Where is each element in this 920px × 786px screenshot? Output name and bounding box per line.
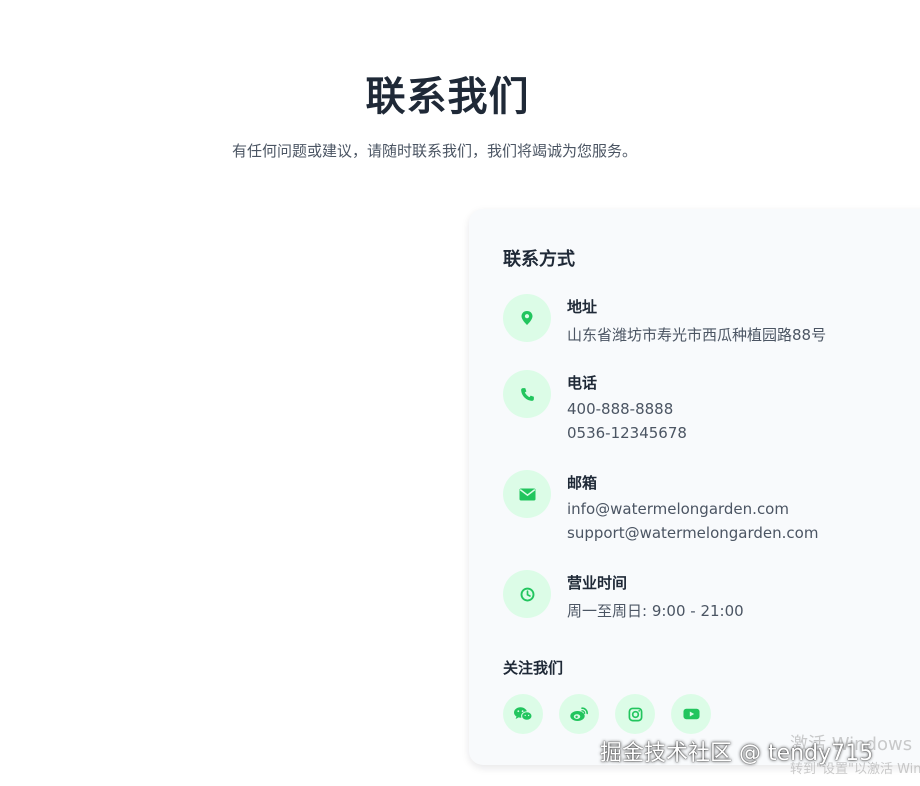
map-pin-icon — [503, 294, 551, 342]
page-title: 联系我们 — [365, 74, 530, 120]
envelope-icon — [503, 470, 551, 518]
phone-value-2: 0536-12345678 — [567, 424, 687, 442]
address-label: 地址 — [567, 298, 598, 316]
wechat-icon[interactable] — [503, 694, 543, 734]
site-watermark: 掘金技术社区 @ tendy715 — [600, 741, 874, 766]
phone-icon — [503, 370, 551, 418]
clock-icon — [503, 570, 551, 618]
address-value: 山东省潍坊市寿光市西瓜种植园路88号 — [567, 326, 827, 344]
follow-us-title: 关注我们 — [503, 659, 564, 677]
hours-label: 营业时间 — [567, 574, 628, 592]
phone-value-1: 400-888-8888 — [567, 400, 674, 418]
contact-card-title: 联系方式 — [503, 249, 575, 270]
instagram-icon[interactable] — [615, 694, 655, 734]
email-value-1: info@watermelongarden.com — [567, 500, 789, 518]
phone-label: 电话 — [567, 374, 598, 392]
contact-info-card: 联系方式 地址 山东省潍坊市寿光市西瓜种植园路88号 电话 400-888-88… — [469, 209, 920, 765]
contact-page: 联系我们 有任何问题或建议，请随时联系我们，我们将竭诚为您服务。 联系方式 地址… — [0, 0, 920, 786]
page-subtitle: 有任何问题或建议，请随时联系我们，我们将竭诚为您服务。 — [232, 142, 638, 160]
email-label: 邮箱 — [567, 474, 598, 492]
youtube-icon[interactable] — [671, 694, 711, 734]
email-value-2: support@watermelongarden.com — [567, 524, 819, 542]
hours-value: 周一至周日: 9:00 - 21:00 — [567, 602, 744, 620]
weibo-icon[interactable] — [559, 694, 599, 734]
